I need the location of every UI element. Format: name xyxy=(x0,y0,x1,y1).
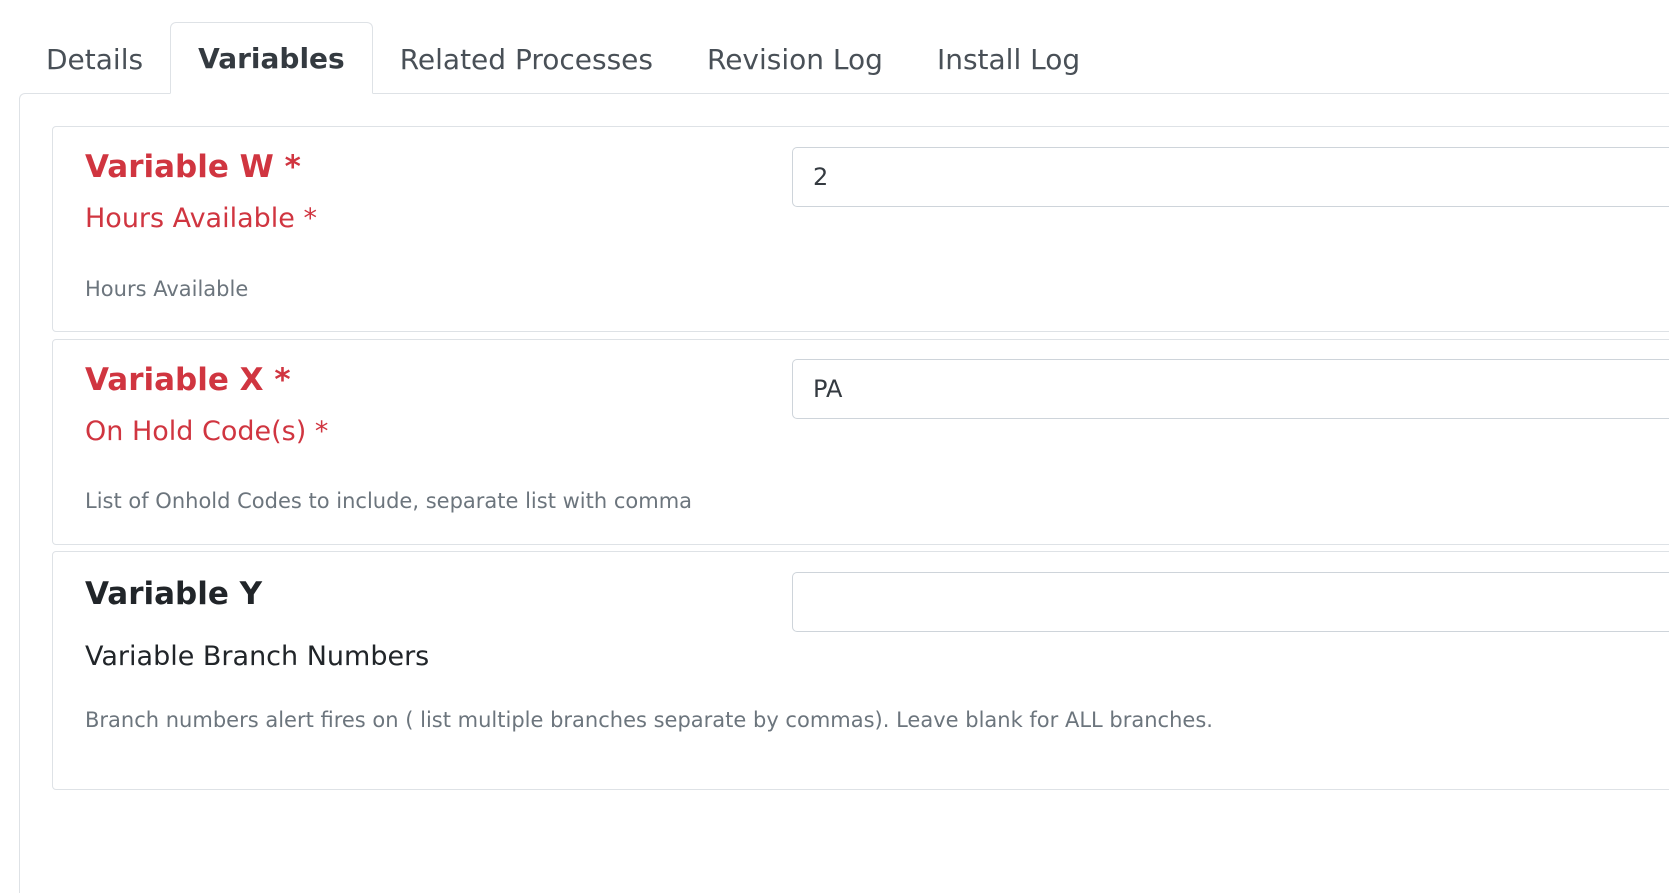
variable-x-input[interactable] xyxy=(792,359,1669,419)
variable-help-text: List of Onhold Codes to include, separat… xyxy=(85,489,693,513)
variable-card-y: Variable Y Variable Branch Numbers Branc… xyxy=(52,551,1669,790)
tab-variables[interactable]: Variables xyxy=(170,22,373,94)
variable-y-input[interactable] xyxy=(792,572,1669,632)
variable-title: Variable Y xyxy=(85,576,263,612)
variable-label: Variable Branch Numbers xyxy=(85,641,430,672)
tab-related-processes[interactable]: Related Processes xyxy=(373,24,680,94)
tab-revision-log[interactable]: Revision Log xyxy=(680,24,910,94)
tab-details[interactable]: Details xyxy=(19,24,170,94)
variable-help-text: Branch numbers alert fires on ( list mul… xyxy=(85,708,1213,732)
variable-label: Hours Available * xyxy=(85,203,317,234)
tab-bar: Details Variables Related Processes Revi… xyxy=(19,22,1107,94)
variable-help-text: Hours Available xyxy=(85,277,249,301)
variable-w-input[interactable] xyxy=(792,147,1669,207)
variable-title: Variable X * xyxy=(85,362,291,398)
variable-label: On Hold Code(s) * xyxy=(85,416,329,447)
variable-title: Variable W * xyxy=(85,149,301,185)
variable-card-w: Variable W * Hours Available * Hours Ava… xyxy=(52,126,1669,332)
variable-card-x: Variable X * On Hold Code(s) * List of O… xyxy=(52,339,1669,545)
tab-install-log[interactable]: Install Log xyxy=(910,24,1107,94)
